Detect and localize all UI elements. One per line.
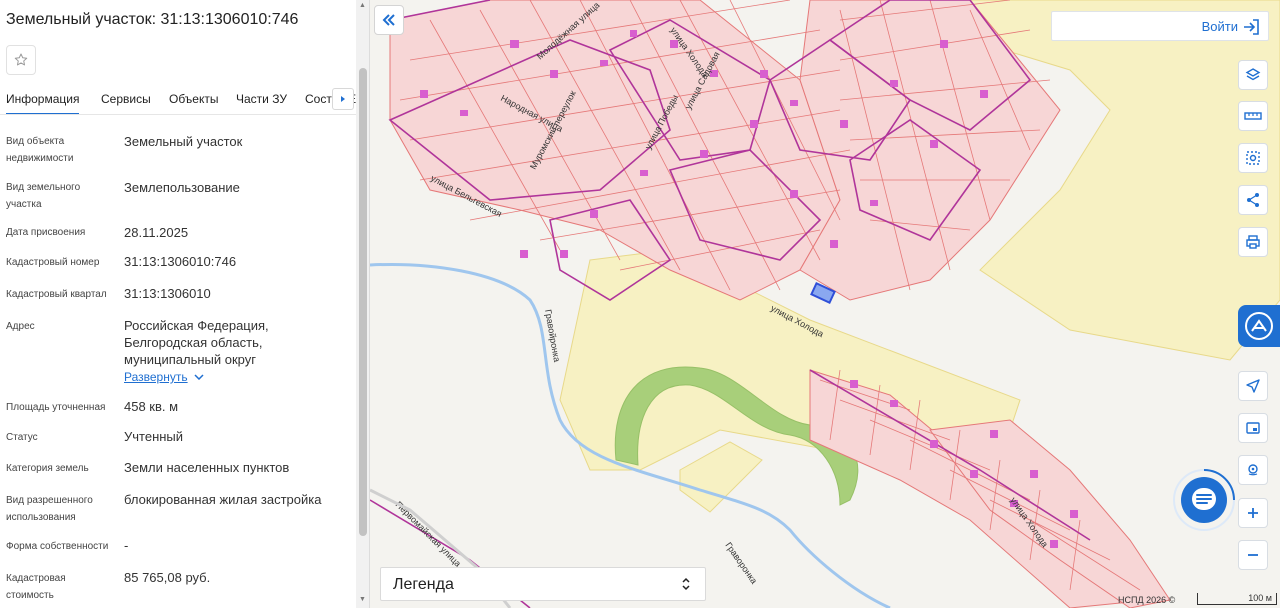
- area-select-icon: [1246, 151, 1260, 165]
- nspd-logo-icon: [1245, 312, 1273, 340]
- share-icon: [1247, 193, 1259, 207]
- field-label: Вид разрешенного использования: [6, 495, 93, 523]
- info-panel: Земельный участок: 31:13:1306010:746 Инф…: [0, 0, 370, 608]
- field-value: Земли населенных пунктов: [124, 460, 290, 475]
- zoom-in-button[interactable]: [1238, 498, 1268, 528]
- legend-panel[interactable]: Легенда: [380, 567, 706, 601]
- cadastral-map[interactable]: улица Холода улица Холода улица Холода у…: [370, 0, 1280, 608]
- star-icon: [14, 53, 28, 66]
- field-label: Категория земель: [6, 463, 89, 474]
- field-value: Землепользование: [124, 180, 240, 195]
- field-label: Площадь уточненная: [6, 402, 106, 413]
- field-label: Вид объекта недвижимости: [6, 136, 74, 164]
- login-icon: [1244, 19, 1259, 35]
- field-label: Дата присвоения: [6, 227, 86, 238]
- scroll-thumb[interactable]: [359, 68, 367, 536]
- map-canvas[interactable]: улица Холода улица Холода улица Холода у…: [370, 0, 1280, 608]
- address-value: Российская Федерация, Белгородская облас…: [124, 318, 269, 367]
- chat-button[interactable]: [1172, 468, 1236, 532]
- screen-button[interactable]: [1238, 413, 1268, 443]
- page-title: Земельный участок: 31:13:1306010:746: [6, 11, 299, 28]
- chevron-right-icon: [341, 96, 345, 102]
- field-value: блокированная жилая застройка: [124, 492, 322, 507]
- chevron-down-icon: [194, 374, 204, 380]
- screen-icon: [1246, 422, 1260, 434]
- position-button[interactable]: [1238, 455, 1268, 485]
- field-label: Вид земельного участка: [6, 182, 81, 210]
- layers-icon: [1245, 68, 1261, 81]
- tab-objects[interactable]: Объекты: [169, 92, 219, 106]
- field-area: [679, 441, 763, 513]
- layers-button[interactable]: [1238, 60, 1268, 90]
- tab-bar: Информация Сервисы Объекты Части ЗУ Сост…: [0, 84, 356, 115]
- area-select-button[interactable]: [1238, 143, 1268, 173]
- legend-label: Легенда: [393, 576, 454, 593]
- favorite-button[interactable]: [6, 45, 36, 75]
- login-button[interactable]: Войти: [1051, 11, 1269, 41]
- expand-address-link[interactable]: Развернуть: [124, 370, 204, 384]
- tabs-scroll-button[interactable]: [332, 88, 354, 110]
- parcel-block-north: [389, 0, 841, 301]
- field-value: -: [124, 538, 129, 553]
- field-value: 458 кв. м: [124, 399, 179, 414]
- expand-label: Развернуть: [124, 370, 188, 384]
- locate-button[interactable]: [1238, 371, 1268, 401]
- scale-bar: 100 м: [1197, 593, 1277, 605]
- zoom-in-icon: [1248, 508, 1258, 518]
- field-value: 28.11.2025: [124, 225, 189, 240]
- share-button[interactable]: [1238, 185, 1268, 215]
- field-value: 31:13:1306010: [124, 286, 211, 301]
- field-label: Кадастровый номер: [6, 257, 100, 268]
- print-button[interactable]: [1238, 227, 1268, 257]
- double-chevron-left-icon: [382, 14, 395, 26]
- field-label: Адрес: [6, 321, 35, 332]
- chat-icon: [1173, 469, 1235, 531]
- field-label: Статус: [6, 432, 38, 443]
- expand-toggle-icon[interactable]: [681, 576, 691, 592]
- locate-icon: [1246, 379, 1260, 393]
- login-label: Войти: [1201, 19, 1238, 34]
- field-value: Земельный участок: [124, 134, 243, 149]
- zoom-out-icon: [1248, 554, 1258, 556]
- parcel-cluster: [389, 0, 841, 301]
- ruler-button[interactable]: [1238, 101, 1268, 131]
- app-root: Земельный участок: 31:13:1306010:746 Инф…: [0, 0, 1280, 608]
- tab-info[interactable]: Информация: [6, 92, 80, 114]
- scale-label: 100 м: [1248, 593, 1272, 603]
- panel-scrollbar[interactable]: ▲ ▼: [356, 0, 369, 608]
- scroll-down-icon[interactable]: ▼: [359, 596, 366, 603]
- brand-button[interactable]: [1238, 305, 1280, 347]
- field-label: Кадастровая стоимость: [6, 573, 66, 601]
- print-icon: [1246, 235, 1260, 249]
- tab-parts[interactable]: Части ЗУ: [236, 92, 287, 106]
- map-attribution: НСПД 2026 ©: [1118, 595, 1176, 605]
- street-label: Первомайская улица: [394, 499, 463, 568]
- scroll-up-icon[interactable]: ▲: [359, 2, 366, 9]
- river-label: Граворонка: [723, 540, 759, 585]
- field-label: Кадастровый квартал: [6, 289, 107, 300]
- field-value: 85 765,08 руб.: [124, 570, 211, 585]
- ruler-icon: [1244, 112, 1262, 120]
- field-value: Учтенный: [124, 429, 184, 444]
- collapse-panel-button[interactable]: [374, 5, 404, 35]
- field-label: Форма собственности: [6, 541, 109, 552]
- position-icon: [1248, 464, 1258, 476]
- tab-services[interactable]: Сервисы: [101, 92, 151, 106]
- zoom-out-button[interactable]: [1238, 540, 1268, 570]
- cadastral-number-value: 31:13:1306010:746: [124, 254, 237, 269]
